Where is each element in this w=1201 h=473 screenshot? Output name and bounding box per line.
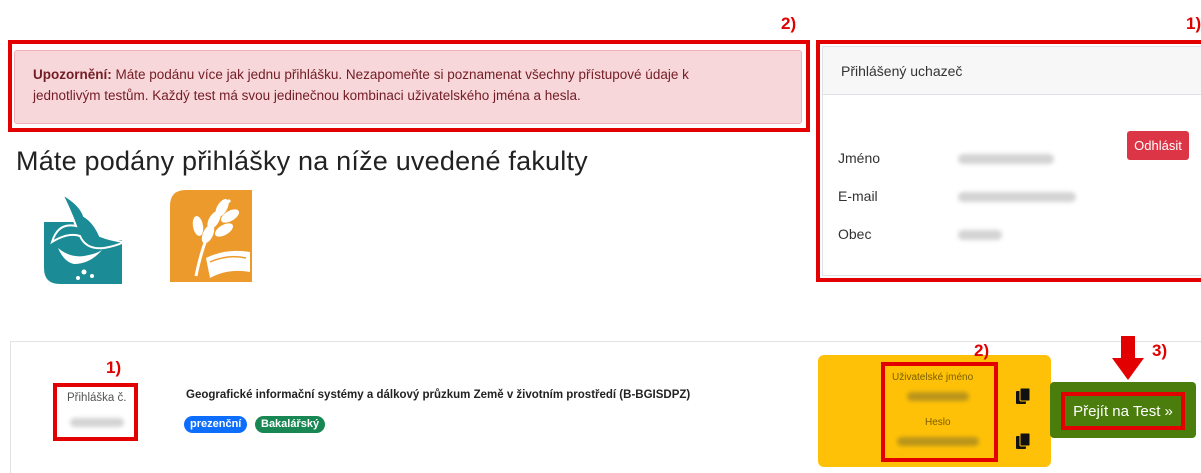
- email-value-redacted: [958, 192, 1076, 202]
- faculty-wheat-book-logo: [170, 190, 252, 282]
- email-label: E-mail: [838, 188, 878, 204]
- copy-username-icon[interactable]: [1016, 388, 1030, 405]
- faculty-bird-logo: [44, 192, 126, 284]
- degree-badge: Bakalářský: [255, 416, 326, 433]
- application-number-redacted: [70, 418, 124, 427]
- alert-line-1: Máte podánu více jak jednu přihlášku. Ne…: [111, 67, 689, 82]
- annotation-alert-number: 2): [781, 14, 797, 33]
- alert-bold-prefix: Upozornění:: [33, 67, 112, 82]
- study-form-badge: prezenční: [184, 416, 248, 433]
- application-number-label: Přihláška č.: [67, 392, 127, 404]
- copy-password-icon[interactable]: [1016, 433, 1030, 450]
- town-label: Obec: [838, 226, 872, 242]
- username-label: Uživatelské jméno: [892, 372, 974, 383]
- alert-line-2: jednotlivým testům. Každý test má svou j…: [33, 88, 581, 103]
- password-label: Heslo: [925, 417, 951, 428]
- annotation-appno-number: 1): [106, 358, 122, 377]
- town-value-redacted: [958, 230, 1002, 240]
- arrow-down-icon: [1112, 336, 1144, 380]
- password-value-redacted: [897, 437, 979, 446]
- page-title: Máte podány přihlášky na níže uvedené fa…: [16, 146, 588, 176]
- annotation-card-number: 1): [1186, 14, 1201, 33]
- applicant-card-header: Přihlášený uchazeč: [823, 47, 1201, 95]
- go-to-test-button[interactable]: Přejít na Test »: [1067, 397, 1179, 425]
- logout-button[interactable]: Odhlásit: [1127, 131, 1189, 160]
- warning-alert: Upozornění: Máte podánu více jak jednu p…: [14, 50, 802, 124]
- annotation-go-number: 3): [1152, 341, 1168, 360]
- program-title: Geografické informační systémy a dálkový…: [186, 389, 691, 401]
- name-label: Jméno: [838, 150, 881, 166]
- username-value-redacted: [907, 392, 969, 401]
- name-value-redacted: [958, 154, 1054, 164]
- annotation-credentials-number: 2): [974, 341, 990, 360]
